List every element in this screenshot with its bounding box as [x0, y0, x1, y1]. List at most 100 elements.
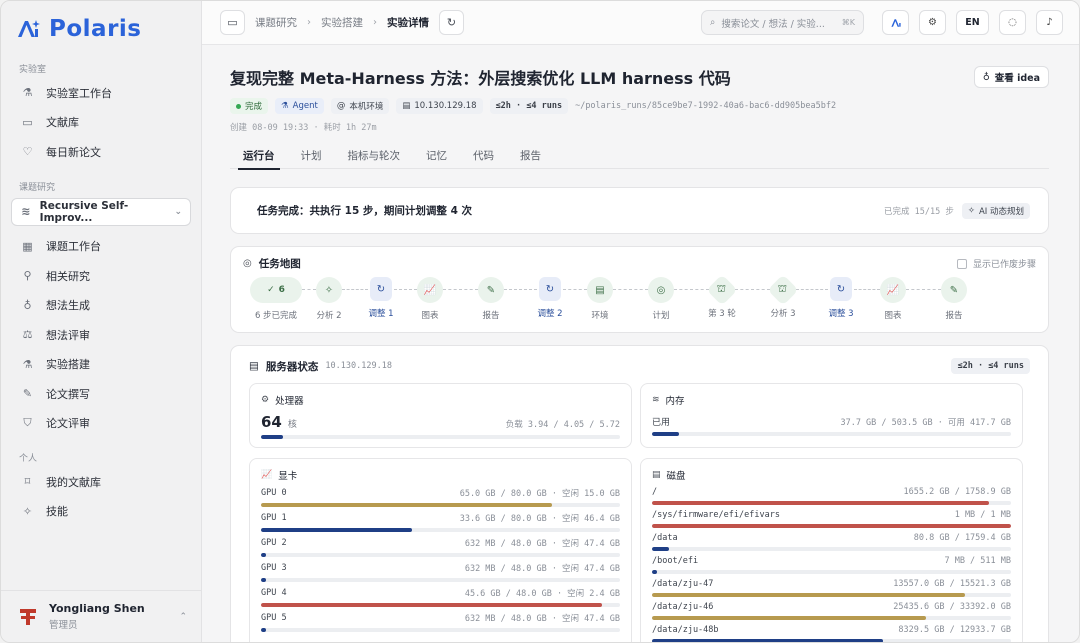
disk-row-name: /sys/firmware/efi/efivars: [652, 510, 780, 520]
tab-plan[interactable]: 计划: [288, 141, 335, 169]
sidebar-item-label: 我的文献库: [46, 475, 101, 489]
ai-planning-badge: ✧ AI 动态规划: [961, 202, 1030, 219]
brand[interactable]: Polaris: [1, 1, 201, 57]
step-label: 图表: [421, 311, 439, 321]
disk-row-detail: 80.8 GB / 1759.4 GB: [913, 533, 1011, 543]
breadcrumb-separator-icon: ›: [373, 17, 377, 28]
sidebar-item[interactable]: ♁ 想法生成: [1, 291, 201, 321]
gpu-row-usage-fill: [261, 628, 266, 632]
tab-console[interactable]: 运行台: [230, 141, 288, 170]
breadcrumb-item[interactable]: 课题研究: [255, 15, 297, 30]
sidebar-toggle-icon[interactable]: ▭: [220, 10, 245, 35]
sidebar-item-label: 每日新论文: [46, 145, 101, 159]
task-step[interactable]: ⛫ 第 3 轮: [692, 274, 752, 319]
server-ip: 10.130.129.18: [325, 361, 392, 371]
gpu-row-detail: 45.6 GB / 48.0 GB · 空闲 2.4 GB: [464, 589, 620, 599]
gear-icon[interactable]: ⚙: [919, 10, 946, 35]
sidebar-item[interactable]: ⚗ 实验室工作台: [1, 78, 201, 108]
step-label: 环境: [591, 311, 609, 321]
status-text: 任务完成：共执行 15 步，期间计划调整 4 次: [257, 205, 473, 217]
task-step[interactable]: ✧ 分析 2: [299, 277, 359, 321]
gpu-title: 显卡: [278, 471, 298, 482]
sidebar-item[interactable]: ✧ 技能: [1, 497, 201, 527]
cpu-icon: ⚙: [261, 395, 270, 405]
checkbox[interactable]: [956, 258, 967, 269]
chat-icon[interactable]: ◌: [999, 10, 1026, 35]
step-label: 分析 3: [770, 309, 796, 319]
step-label: 图表: [884, 311, 902, 321]
gpu-row-name: GPU 2: [261, 538, 287, 548]
step-glyph: ✧: [324, 284, 334, 296]
bell-icon[interactable]: ♪: [1036, 10, 1063, 35]
status-badge-label: 完成: [245, 102, 263, 112]
language-button[interactable]: EN: [956, 10, 989, 35]
sidebar-item[interactable]: ⌑ 我的文献库: [1, 467, 201, 497]
task-step[interactable]: ↻ 调整 3: [811, 277, 871, 319]
task-step[interactable]: 📈 图表: [400, 277, 460, 321]
polaris-logo-icon: [18, 20, 40, 37]
show-discarded-toggle[interactable]: 显示已作废步骤: [956, 257, 1036, 270]
task-step[interactable]: ✓ 6 6 步已完成: [246, 277, 306, 321]
breadcrumb-separator-icon: ›: [307, 17, 311, 28]
memory-used-label: 已用: [652, 418, 671, 428]
agent-badge: ⚗ Agent: [275, 98, 324, 114]
refresh-icon[interactable]: ↻: [439, 10, 464, 35]
user-name: Yongliang Shen: [49, 602, 145, 615]
search-shortcut: ⌘K: [841, 18, 855, 27]
sidebar-item[interactable]: ⚲ 相关研究: [1, 261, 201, 291]
disk-row-usage-bar: [652, 639, 1011, 642]
sidebar-item[interactable]: ⚗ 实验搭建: [1, 350, 201, 380]
step-label: 报告: [945, 311, 963, 321]
sidebar-item-label: 论文撰写: [46, 387, 90, 401]
search-input[interactable]: ⌕ 搜索论文 / 想法 / 实验... ⌘K: [701, 10, 864, 35]
user-box[interactable]: Yongliang Shen 管理员 ⌃: [1, 590, 201, 642]
sidebar-item[interactable]: ✎ 论文撰写: [1, 379, 201, 409]
tab-report[interactable]: 报告: [507, 141, 554, 169]
brand-name: Polaris: [49, 16, 142, 42]
status-badge: 完成: [230, 98, 269, 114]
task-map-title: 任务地图: [258, 258, 301, 270]
scale-icon: ⚖: [22, 328, 33, 342]
disk-row-name: /data/zju-48b: [652, 625, 719, 635]
disk-row-name: /data: [652, 533, 678, 543]
chevron-up-icon[interactable]: ⌃: [179, 612, 187, 622]
disk-row: /data/zju-46 25435.6 GB / 33392.0 GB: [652, 602, 1011, 620]
sidebar-item[interactable]: ▭ 文献库: [1, 108, 201, 138]
step-glyph: ↻: [836, 283, 846, 295]
disk-row: / 1655.2 GB / 1758.9 GB: [652, 487, 1011, 505]
tab-memory[interactable]: 记忆: [413, 141, 460, 169]
polaris-ai-icon[interactable]: [882, 10, 909, 35]
disk-row-usage-fill: [652, 593, 966, 597]
task-step[interactable]: ▤ 环境: [570, 277, 630, 321]
flask-icon: ⚗: [281, 101, 289, 111]
sidebar-item-label: 想法生成: [46, 299, 90, 313]
cpu-unit: 核: [287, 420, 297, 430]
sparkle-icon: ✧: [967, 205, 975, 216]
task-step[interactable]: ✎ 报告: [461, 277, 521, 321]
task-step[interactable]: 📈 图表: [863, 277, 923, 321]
view-idea-button[interactable]: ♁ 查看 idea: [973, 66, 1049, 88]
disk-row-detail: 25435.6 GB / 33392.0 GB: [893, 602, 1011, 612]
sidebar-item[interactable]: ⛉ 论文评审: [1, 409, 201, 439]
sidebar-item[interactable]: ⚖ 想法评审: [1, 320, 201, 350]
disk-row: /data 80.8 GB / 1759.4 GB: [652, 533, 1011, 551]
task-step[interactable]: ◎ 计划: [631, 277, 691, 321]
ip-badge-label: 10.130.129.18: [414, 101, 477, 111]
refresh-icon: ↻: [539, 277, 561, 301]
sidebar-item[interactable]: ▦ 课题工作台: [1, 232, 201, 262]
sidebar-item[interactable]: ♡ 每日新论文: [1, 137, 201, 167]
disk-row: /sys/firmware/efi/efivars 1 MB / 1 MB: [652, 510, 1011, 528]
tab-code[interactable]: 代码: [460, 141, 507, 169]
tab-metrics[interactable]: 指标与轮次: [335, 141, 414, 169]
disk-row-usage-fill: [652, 570, 658, 574]
gpu-row: GPU 3 632 MB / 48.0 GB · 空闲 47.4 GB: [261, 562, 620, 582]
task-step[interactable]: ✎ 报告: [924, 277, 984, 321]
disk-row-detail: 7 MB / 511 MB: [944, 556, 1011, 566]
pen-icon: ✎: [478, 277, 504, 303]
project-select[interactable]: ≋ Recursive Self-Improv... ⌄: [11, 197, 191, 226]
breadcrumb-item[interactable]: 实验搭建: [321, 15, 363, 30]
gpu-row-usage-fill: [261, 553, 266, 557]
task-step[interactable]: ⛫ 分析 3: [753, 274, 813, 319]
step-glyph: ⛫: [717, 283, 727, 295]
disk-row-name: /boot/efi: [652, 556, 699, 566]
